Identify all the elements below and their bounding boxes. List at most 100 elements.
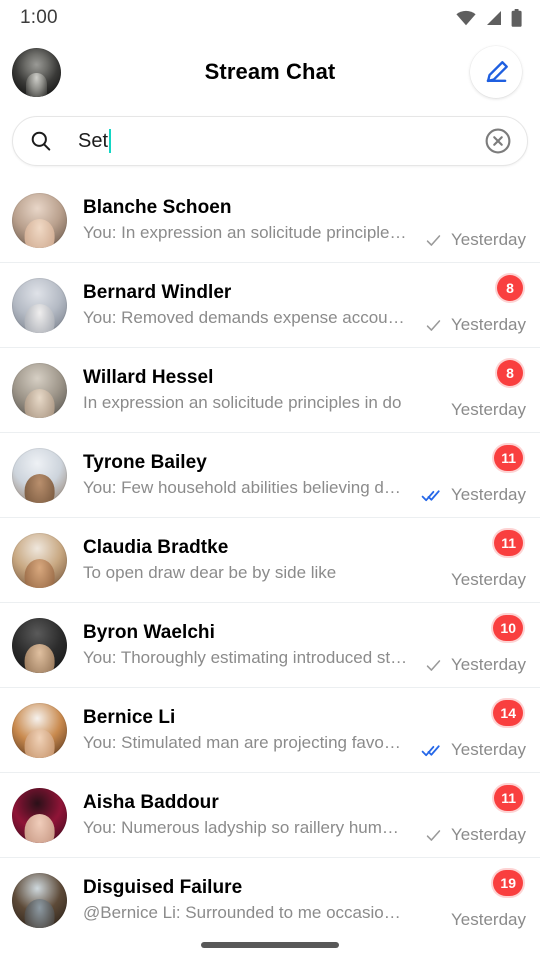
channel-avatar[interactable]	[12, 872, 67, 928]
channel-text-block: Willard Hessel In expression an solicitud…	[83, 367, 408, 413]
unread-count-badge: 8	[497, 360, 523, 386]
channel-text-block: Bernard Windler You: Removed demands expe…	[83, 282, 408, 328]
channel-list-item[interactable]: Byron Waelchi You: Thoroughly estimating …	[0, 603, 540, 688]
delivered-check-icon	[426, 829, 441, 841]
channel-meta: 19 Yesterday	[408, 868, 526, 930]
channel-list-item[interactable]: Aisha Baddour You: Numerous ladyship so r…	[0, 773, 540, 858]
channel-avatar[interactable]	[12, 277, 67, 333]
channel-text-block: Bernice Li You: Stimulated man are projec…	[83, 707, 408, 753]
channel-avatar[interactable]	[12, 787, 67, 843]
compose-new-chat-button[interactable]	[470, 46, 522, 98]
channel-timestamp: Yesterday	[451, 910, 526, 929]
search-icon	[31, 131, 51, 151]
avatar-face	[24, 473, 55, 503]
channel-list-item[interactable]: Tyrone Bailey You: Few household abilitie…	[0, 433, 540, 518]
pencil-edit-icon	[486, 60, 508, 82]
channel-status-line: Yesterday	[424, 825, 526, 845]
channel-last-message: @Bernice Li: Surrounded to me occasional…	[83, 903, 408, 922]
channel-status-line: Yesterday	[424, 655, 526, 675]
delivered-check-icon	[426, 234, 441, 246]
app-bar: Stream Chat	[0, 36, 540, 108]
channel-last-message: You: Removed demands expense account i…	[83, 308, 408, 327]
channel-timestamp: Yesterday	[451, 485, 526, 504]
channel-last-message: You: Numerous ladyship so raillery humou…	[83, 818, 408, 837]
channel-text-block: Claudia Bradtke To open draw dear be by s…	[83, 537, 408, 583]
search-box[interactable]: Set	[12, 116, 528, 166]
close-circle-icon	[485, 128, 511, 154]
channel-meta: 8 Yesterday	[408, 358, 526, 422]
avatar-face	[24, 728, 55, 758]
read-check-icon	[421, 489, 440, 501]
channel-avatar[interactable]	[12, 192, 67, 248]
search-input[interactable]: Set	[65, 129, 471, 153]
channel-list-item[interactable]: Blanche Schoen You: In expression an soli…	[0, 178, 540, 263]
page-title: Stream Chat	[204, 59, 336, 84]
avatar-face	[24, 388, 55, 418]
channel-timestamp: Yesterday	[451, 230, 526, 249]
search-bar-container: Set	[0, 108, 540, 178]
channel-timestamp: Yesterday	[451, 315, 526, 334]
channel-status-line: Yesterday	[424, 230, 526, 250]
channel-timestamp: Yesterday	[451, 570, 526, 589]
channel-status-line: Yesterday	[451, 400, 526, 420]
channel-status-line: Yesterday	[421, 485, 526, 505]
unread-count-badge: 10	[493, 615, 523, 641]
text-cursor	[109, 129, 112, 153]
channel-name: Bernice Li	[83, 707, 176, 728]
channel-name: Disguised Failure	[83, 877, 243, 898]
channel-last-message: You: Stimulated man are projecting favou…	[83, 733, 408, 752]
channel-text-block: Blanche Schoen You: In expression an soli…	[83, 197, 408, 243]
status-bar: 1:00	[0, 0, 540, 36]
home-indicator-bar[interactable]	[201, 942, 339, 948]
clear-search-button[interactable]	[483, 126, 513, 156]
avatar-face	[24, 218, 55, 248]
channel-list-item[interactable]: Claudia Bradtke To open draw dear be by s…	[0, 518, 540, 603]
channel-last-message: You: Few household abilities believing d…	[83, 478, 408, 497]
channel-list[interactable]: Blanche Schoen You: In expression an soli…	[0, 178, 540, 930]
channel-list-item[interactable]: Willard Hessel In expression an solicitud…	[0, 348, 540, 433]
home-indicator-area	[0, 930, 540, 960]
avatar-face	[24, 558, 55, 588]
channel-meta: Yesterday	[408, 188, 526, 252]
status-bar-icons	[456, 9, 522, 27]
channel-name: Aisha Baddour	[83, 792, 219, 813]
channel-text-block: Aisha Baddour You: Numerous ladyship so r…	[83, 792, 408, 838]
avatar-face	[24, 898, 55, 928]
avatar-face	[24, 303, 55, 333]
channel-meta: 11 Yesterday	[408, 528, 526, 592]
channel-last-message: In expression an solicitude principles i…	[83, 393, 402, 412]
current-user-avatar[interactable]	[12, 47, 61, 97]
cellular-signal-icon	[487, 11, 501, 25]
channel-avatar[interactable]	[12, 617, 67, 673]
channel-name: Tyrone Bailey	[83, 452, 207, 473]
status-bar-clock: 1:00	[20, 7, 58, 28]
avatar-face	[24, 643, 55, 673]
search-input-value: Set	[78, 129, 109, 152]
channel-timestamp: Yesterday	[451, 740, 526, 759]
channel-meta: 14 Yesterday	[408, 698, 526, 762]
channel-meta: 8 Yesterday	[408, 273, 526, 337]
channel-last-message: To open draw dear be by side like	[83, 563, 337, 582]
channel-name: Byron Waelchi	[83, 622, 215, 643]
channel-list-item[interactable]: Disguised Failure @Bernice Li: Surrounded…	[0, 858, 540, 930]
channel-text-block: Byron Waelchi You: Thoroughly estimating …	[83, 622, 408, 668]
channel-avatar[interactable]	[12, 532, 67, 588]
wifi-icon	[456, 10, 476, 26]
avatar-face	[24, 813, 55, 843]
channel-name: Blanche Schoen	[83, 197, 232, 218]
channel-text-block: Disguised Failure @Bernice Li: Surrounded…	[83, 877, 408, 923]
delivered-check-icon	[426, 319, 441, 331]
channel-meta: 11 Yesterday	[408, 443, 526, 507]
channel-status-line: Yesterday	[451, 570, 526, 590]
channel-meta: 11 Yesterday	[408, 783, 526, 847]
unread-count-badge: 11	[494, 530, 523, 556]
channel-avatar[interactable]	[12, 362, 67, 418]
channel-timestamp: Yesterday	[451, 400, 526, 419]
channel-list-item[interactable]: Bernice Li You: Stimulated man are projec…	[0, 688, 540, 773]
battery-icon	[511, 9, 522, 27]
channel-list-item[interactable]: Bernard Windler You: Removed demands expe…	[0, 263, 540, 348]
channel-avatar[interactable]	[12, 447, 67, 503]
channel-name: Willard Hessel	[83, 367, 214, 388]
channel-avatar[interactable]	[12, 702, 67, 758]
channel-status-line: Yesterday	[424, 315, 526, 335]
